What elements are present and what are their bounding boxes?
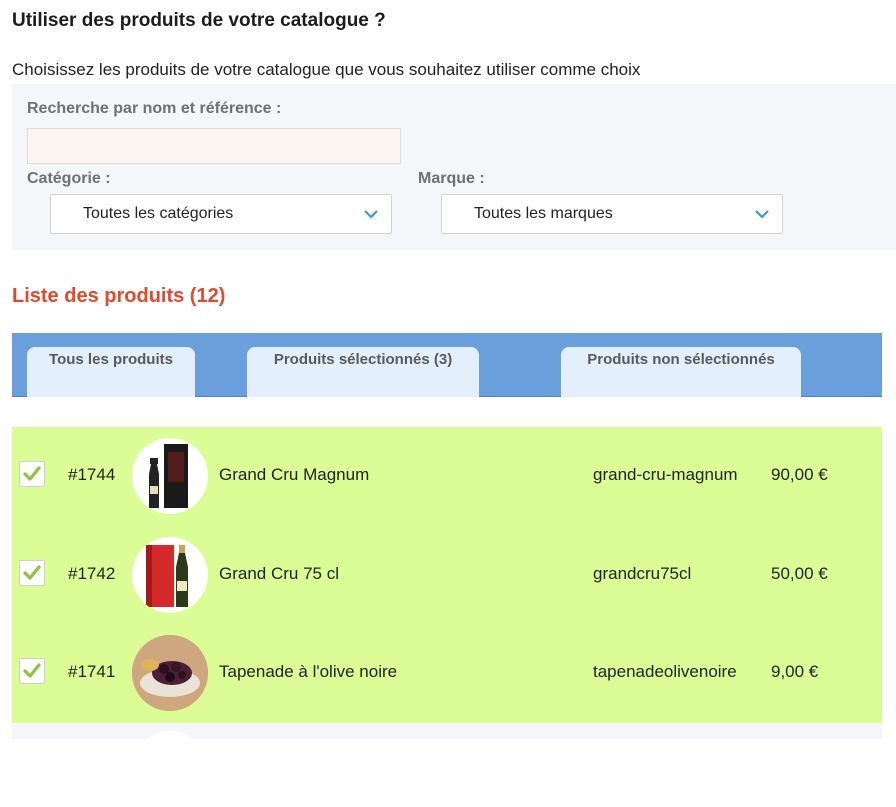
product-id: #1741 [68, 662, 116, 681]
tab-unselected-products[interactable]: Produits non sélectionnés [561, 347, 801, 397]
product-price: 90,00 € [771, 465, 828, 484]
chevron-down-icon [755, 210, 769, 219]
product-id: #1742 [68, 564, 116, 583]
product-price: 9,00 € [771, 662, 819, 681]
product-id: #1744 [68, 465, 116, 484]
tab-all-products[interactable]: Tous les produits [27, 347, 195, 397]
product-image [132, 537, 208, 613]
brand-select-value: Toutes les marques [474, 205, 613, 222]
row-checkbox[interactable] [19, 658, 45, 684]
champagne-bottle-image [146, 545, 188, 607]
product-reference: grand-cru-magnum [593, 465, 738, 484]
product-row[interactable]: #1744 Grand Cru Magnum grand-cru-magnum … [12, 427, 882, 526]
product-row[interactable]: #1742 Grand Cru 75 cl grandcru75cl 50,00… [12, 526, 882, 625]
product-image [132, 635, 208, 711]
product-row[interactable]: #1741 Tapenade à l'olive noire tapenadeo… [12, 624, 882, 723]
search-label: Recherche par nom et référence : [27, 100, 282, 117]
page-title: Utiliser des produits de votre catalogue… [12, 10, 386, 31]
product-row-partial [12, 723, 882, 807]
checkmark-icon [23, 663, 41, 678]
tab-selected-products[interactable]: Produits sélectionnés (3) [247, 347, 479, 397]
brand-label: Marque : [418, 170, 485, 187]
product-name: Tapenade à l'olive noire [219, 662, 398, 681]
brand-select[interactable]: Toutes les marques [441, 194, 783, 234]
product-tabs: Tous les produits Produits sélectionnés … [12, 333, 882, 397]
product-image [132, 731, 208, 807]
product-reference: grandcru75cl [593, 564, 692, 583]
product-price: 50,00 € [771, 564, 828, 583]
row-checkbox[interactable] [19, 560, 45, 586]
product-reference: tapenadeolivenoire [593, 662, 737, 681]
category-select[interactable]: Toutes les catégories [50, 194, 392, 234]
chevron-down-icon [364, 210, 378, 219]
filter-panel: Recherche par nom et référence : Catégor… [12, 84, 896, 250]
row-checkbox[interactable] [19, 461, 45, 487]
page-subtitle: Choisissez les produits de votre catalog… [12, 60, 641, 79]
category-select-value: Toutes les catégories [83, 205, 234, 222]
checkmark-icon [23, 565, 41, 580]
product-list: #1744 Grand Cru Magnum grand-cru-magnum … [12, 427, 882, 723]
product-name: Grand Cru 75 cl [219, 564, 339, 583]
product-image [132, 438, 208, 514]
product-list-title: Liste des produits (12) [12, 285, 226, 307]
category-label: Catégorie : [27, 170, 111, 187]
olive-tapenade-image [132, 635, 208, 711]
champagne-magnum-image [149, 444, 188, 508]
checkmark-icon [23, 466, 41, 481]
product-name: Grand Cru Magnum [219, 465, 370, 484]
search-input[interactable] [27, 128, 401, 164]
